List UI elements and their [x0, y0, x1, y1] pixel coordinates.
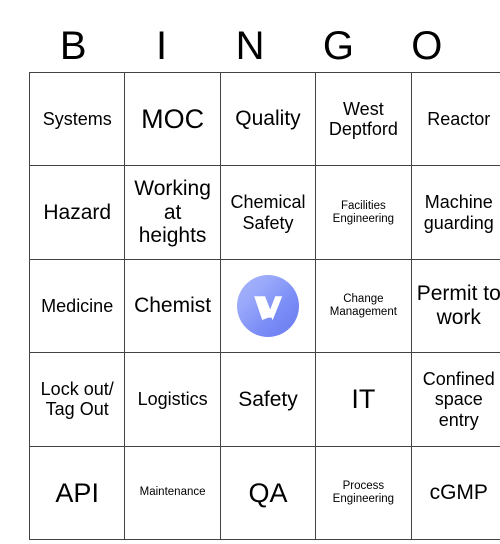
- bingo-header-letter-n: N: [235, 24, 265, 68]
- bingo-header-row: B I N G O: [29, 20, 471, 72]
- bingo-free-space-cell[interactable]: [219, 258, 317, 354]
- bingo-header-letter-i: I: [156, 24, 168, 68]
- bingo-cell[interactable]: Maintenance: [124, 445, 221, 540]
- bingo-cell[interactable]: IT: [315, 352, 412, 447]
- logo-circle: [236, 274, 299, 337]
- bingo-cell[interactable]: Machine guarding: [410, 165, 500, 260]
- bingo-cell[interactable]: Change Management: [315, 258, 412, 354]
- bingo-cell[interactable]: Facilities Engineering: [315, 165, 412, 260]
- bingo-cell-label: Chemist: [134, 294, 212, 318]
- bingo-header-letter-g: G: [322, 24, 354, 68]
- bingo-cell-label: Quality: [235, 107, 301, 131]
- bingo-cell-label: cGMP: [429, 480, 488, 504]
- bingo-header-letter-b: B: [59, 24, 87, 68]
- bingo-cell[interactable]: West Deptford: [315, 71, 412, 167]
- bingo-cell[interactable]: Confined space entry: [410, 352, 500, 447]
- bingo-cell[interactable]: cGMP: [410, 445, 500, 540]
- bingo-cell[interactable]: QA: [219, 445, 317, 540]
- bingo-cell[interactable]: Chemical Safety: [219, 165, 317, 260]
- bingo-cell-label: West Deptford: [328, 98, 398, 140]
- bingo-cell-label: Confined space entry: [422, 368, 495, 430]
- bingo-row: Hazard Working at heights Chemical Safet…: [28, 165, 500, 260]
- bingo-cell-label: Maintenance: [139, 486, 206, 499]
- bingo-cell-label: QA: [248, 477, 288, 508]
- bingo-card: B I N G O Systems MOC Quality West Deptf…: [28, 20, 500, 540]
- bingo-header-letter-o: O: [411, 24, 443, 68]
- bingo-cell-label: Logistics: [137, 389, 208, 410]
- bingo-cell-label: Hazard: [43, 200, 112, 224]
- bingo-cell-label: Safety: [238, 387, 298, 411]
- bingo-cell[interactable]: Chemist: [124, 258, 221, 354]
- bingo-row: Medicine Chemist Change Management Permi…: [28, 258, 500, 354]
- veeva-v-logo: [224, 262, 312, 350]
- bingo-cell-label: Systems: [42, 109, 112, 130]
- bingo-cell[interactable]: Systems: [28, 71, 126, 167]
- bingo-row: API Maintenance QA Process Engineering c…: [28, 445, 500, 540]
- bingo-cell-label: Lock out/ Tag Out: [40, 379, 114, 420]
- bingo-cell-label: Chemical Safety: [230, 192, 306, 233]
- bingo-cell-label: MOC: [141, 103, 205, 134]
- bingo-cell[interactable]: Working at heights: [124, 165, 221, 260]
- bingo-row: Lock out/ Tag Out Logistics Safety IT Co…: [28, 352, 500, 447]
- bingo-cell[interactable]: Permit to work: [410, 258, 500, 354]
- bingo-cell[interactable]: Quality: [219, 71, 317, 167]
- bingo-cell[interactable]: Medicine: [28, 258, 126, 354]
- bingo-grid: Systems MOC Quality West Deptford Reacto…: [28, 71, 500, 540]
- bingo-cell-label: Medicine: [41, 295, 114, 316]
- bingo-cell-label: Permit to work: [416, 282, 500, 329]
- bingo-cell[interactable]: Logistics: [124, 352, 221, 447]
- bingo-cell-label: IT: [351, 384, 376, 415]
- bingo-cell-label: API: [55, 477, 99, 508]
- bingo-cell-label: Machine guarding: [423, 192, 494, 233]
- bingo-cell-label: Change Management: [329, 292, 397, 318]
- bingo-cell[interactable]: API: [28, 445, 126, 540]
- bingo-cell[interactable]: Lock out/ Tag Out: [28, 352, 126, 447]
- bingo-cell-label: Working at heights: [134, 177, 211, 248]
- bingo-cell-label: Process Engineering: [332, 479, 395, 505]
- bingo-cell-label: Reactor: [427, 109, 491, 130]
- bingo-cell-label: Facilities Engineering: [332, 199, 395, 225]
- bingo-cell[interactable]: Hazard: [28, 165, 126, 260]
- bingo-row: Systems MOC Quality West Deptford Reacto…: [28, 71, 500, 167]
- bingo-cell[interactable]: Reactor: [410, 71, 500, 167]
- bingo-cell[interactable]: MOC: [124, 71, 221, 167]
- bingo-cell[interactable]: Safety: [219, 352, 317, 447]
- bingo-cell[interactable]: Process Engineering: [315, 445, 412, 540]
